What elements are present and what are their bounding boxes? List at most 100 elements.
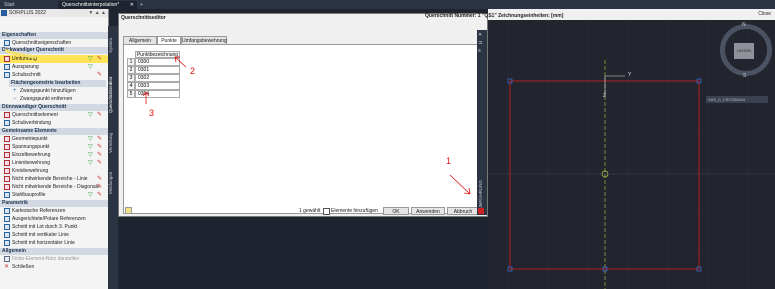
- viewcube[interactable]: UNTEN: [734, 43, 754, 59]
- dialog-title: Querschnittseditor: [121, 15, 166, 21]
- close-icon[interactable]: ✕: [130, 1, 134, 9]
- item-umfuehrung[interactable]: Umführung ▽ ✎: [0, 55, 108, 63]
- pick-icon[interactable]: [125, 207, 132, 214]
- column-header[interactable]: Punktbezeichnung: [135, 51, 180, 58]
- tab-umfangsbewehrung[interactable]: Umfangsbewehrung: [181, 36, 227, 44]
- edit-icon[interactable]: ✎: [97, 56, 103, 62]
- tab-allgemein[interactable]: Allgemein: [123, 36, 157, 44]
- item-ausgerichtete[interactable]: Ausgerichtete/Polare Referenzen: [0, 215, 108, 223]
- table-row[interactable]: 5 0304: [127, 90, 180, 98]
- row-number: 5: [127, 90, 135, 98]
- item-zwangspunkt-remove[interactable]: − Zwangspunkt entfernen: [0, 95, 108, 103]
- item-label: Geometriepunkt: [12, 136, 48, 142]
- item-schnitt-vertikal[interactable]: Schnitt mit vertikaler Linie: [0, 231, 108, 239]
- edit-icon[interactable]: ✎: [97, 176, 103, 182]
- opening-icon: [4, 64, 10, 70]
- point-name-cell[interactable]: 0301: [135, 66, 180, 74]
- filter-icon[interactable]: ▽: [88, 152, 94, 158]
- intersection-icon: [4, 224, 10, 230]
- item-stahlbauprofile[interactable]: Stahlbauprofile ▽ ✎: [0, 191, 108, 199]
- row-number: 3: [127, 74, 135, 82]
- apply-button[interactable]: Anwenden: [411, 207, 445, 215]
- filter-icon[interactable]: ▽: [88, 192, 94, 198]
- table-row[interactable]: 3 0302: [127, 74, 180, 82]
- axis-label-y: Z: [603, 93, 607, 99]
- close-icon[interactable]: ✕: [478, 32, 482, 38]
- item-kartesische[interactable]: Kartesische Referenzen: [0, 207, 108, 215]
- item-einzelbewehrung[interactable]: Einzelbewehrung ▽ ✎: [0, 151, 108, 159]
- tab-querschnittsinterpolation[interactable]: Querschnittsinterpolation* ✕: [58, 1, 137, 9]
- row-number: 1: [127, 58, 135, 66]
- side-tab-umfuehrung[interactable]: UMFÜHRUNG: [478, 180, 486, 210]
- compass-north[interactable]: N: [742, 22, 746, 28]
- section-eigenschaften: Eigenschaften: [0, 32, 108, 39]
- item-nicht-mitwirkend-linie[interactable]: Nicht mitwirkende Bereiche - Linie ✎: [0, 175, 108, 183]
- item-schubschnitt[interactable]: Schubschnitt ✎: [0, 71, 108, 79]
- edit-icon[interactable]: ✎: [97, 72, 103, 78]
- panel-controls[interactable]: ▼ ▲ ▲: [88, 9, 106, 17]
- annotation-2: 2: [190, 66, 196, 76]
- cancel-button[interactable]: Abbruch: [447, 207, 479, 215]
- item-schnitt-lot[interactable]: Schnitt mit Lot durch 3. Punkt: [0, 223, 108, 231]
- point-name-cell[interactable]: 0303: [135, 82, 180, 90]
- item-schnitt-horizontal[interactable]: Schnitt mit horizontaler Linie: [0, 239, 108, 247]
- add-elements-checkbox[interactable]: [323, 208, 330, 215]
- dialog-side-strip: ✕ ⊐ ≡ UMFÜHRUNG: [477, 30, 487, 215]
- edit-icon[interactable]: ✎: [97, 192, 103, 198]
- table-row[interactable]: 1 0300: [127, 58, 180, 66]
- row-number: 2: [127, 66, 135, 74]
- item-geometriepunkt[interactable]: Geometriepunkt ▽ ✎: [0, 135, 108, 143]
- vtab-verteilung[interactable]: Verteilung: [108, 130, 118, 156]
- item-label: Einzelbewehrung: [12, 152, 51, 158]
- edit-icon[interactable]: ✎: [97, 152, 103, 158]
- filter-icon[interactable]: ▽: [88, 112, 94, 118]
- new-tab-button[interactable]: +: [139, 1, 147, 9]
- vtab-meldungen[interactable]: Meldungen: [108, 160, 118, 206]
- item-label: Umführung: [12, 56, 37, 62]
- item-nicht-mitwirkend-diagonale[interactable]: Nicht mitwirkende Bereiche - Diagonale ✎: [0, 183, 108, 191]
- menu-icon[interactable]: ≡: [478, 48, 481, 54]
- edit-icon[interactable]: ✎: [97, 136, 103, 142]
- point-name-cell[interactable]: 0300: [135, 58, 180, 66]
- edit-icon[interactable]: ✎: [97, 160, 103, 166]
- compass-south[interactable]: S: [743, 73, 746, 79]
- item-aussparung[interactable]: Aussparung ▽: [0, 63, 108, 71]
- item-schubverbindung[interactable]: Schubverbindung: [0, 119, 108, 127]
- document-tab-bar: Start Querschnittsinterpolation* ✕ +: [0, 0, 775, 9]
- item-linienbewehrung[interactable]: Linienbewehrung ▽ ✎: [0, 159, 108, 167]
- filter-icon[interactable]: ▽: [88, 56, 94, 62]
- item-label: Ausgerichtete/Polare Referenzen: [12, 216, 86, 222]
- vtab-system[interactable]: System: [108, 30, 118, 60]
- line-rebar-icon: [4, 160, 10, 166]
- pin-icon[interactable]: ⊐: [478, 40, 482, 46]
- dialog-bottom-bar: 1 gewählt Elemente hinzufügen OK Anwende…: [123, 207, 481, 216]
- ineffective-diagonal-icon: [4, 184, 10, 190]
- filter-icon[interactable]: ▽: [88, 144, 94, 150]
- table-row[interactable]: 2 0301: [127, 66, 180, 74]
- row-number: 4: [127, 82, 135, 90]
- edit-icon[interactable]: ✎: [97, 112, 103, 118]
- filter-icon[interactable]: ▽: [88, 64, 94, 70]
- edit-icon[interactable]: ✎: [97, 184, 103, 190]
- filter-icon[interactable]: ▽: [88, 160, 94, 166]
- edit-icon[interactable]: ✎: [97, 144, 103, 150]
- add-point-icon: +: [13, 88, 17, 94]
- table-row[interactable]: 4 0303: [127, 82, 180, 90]
- vtab-querschnittseditor[interactable]: Querschnittseditor: [108, 64, 118, 126]
- ok-button[interactable]: OK: [383, 207, 409, 215]
- item-finite-netz[interactable]: Finite-Element-Netz darstellen: [0, 255, 108, 263]
- item-kreisbewehrung[interactable]: Kreisbewehrung: [0, 167, 108, 175]
- wcs-dropdown[interactable]: XAS_0_CRCS08444: [706, 96, 768, 103]
- item-querschnittselement[interactable]: Querschnittselement ▽ ✎: [0, 111, 108, 119]
- item-querschnittseigenschaften[interactable]: Querschnittseigenschaften: [0, 39, 108, 47]
- point-name-cell[interactable]: 0302: [135, 74, 180, 82]
- tab-start[interactable]: Start: [0, 1, 58, 9]
- point-name-cell[interactable]: 0304: [135, 90, 180, 98]
- item-zwangspunkt-add[interactable]: + Zwangspunkt hinzufügen: [0, 87, 108, 95]
- close-button[interactable]: Close: [758, 11, 771, 17]
- remove-point-icon: −: [13, 96, 17, 102]
- item-label: Kartesische Referenzen: [12, 208, 66, 214]
- filter-icon[interactable]: ▽: [88, 136, 94, 142]
- item-schliessen[interactable]: ✕ Schließen: [0, 263, 108, 271]
- item-spannungspunkt[interactable]: Spannungspunkt ▽ ✎: [0, 143, 108, 151]
